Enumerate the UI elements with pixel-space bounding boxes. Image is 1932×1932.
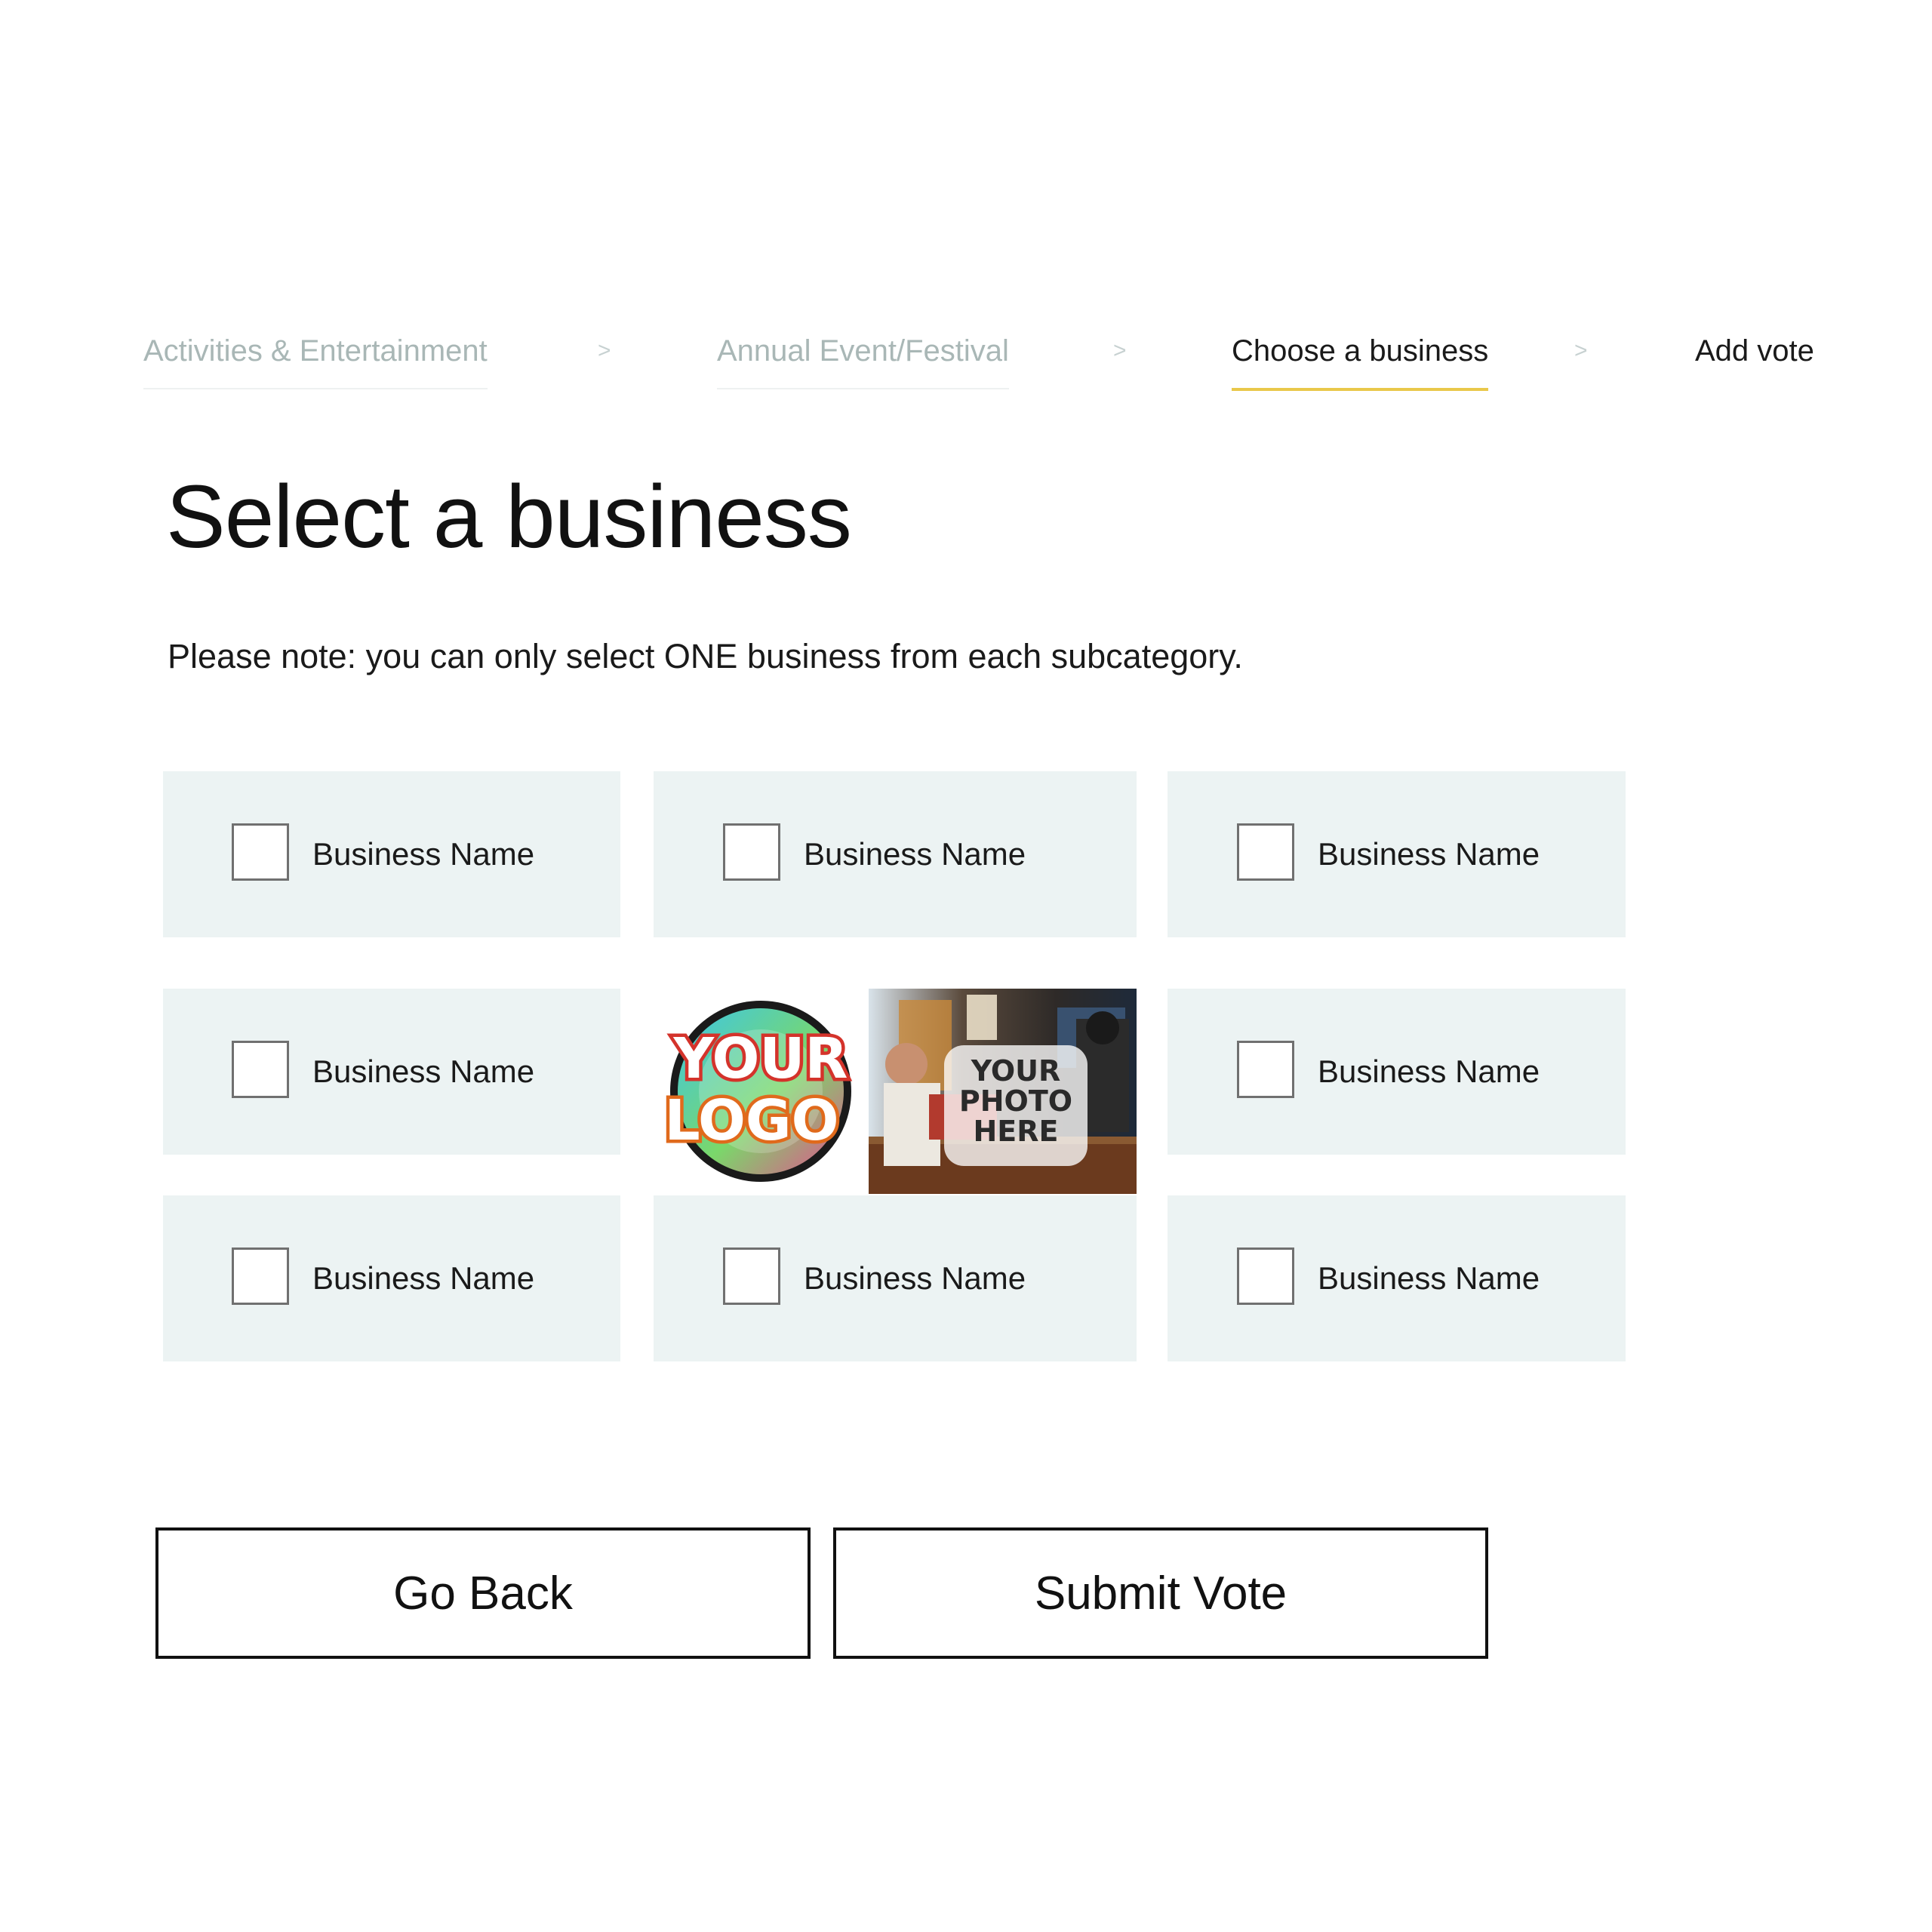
business-checkbox[interactable] [723,1247,780,1305]
featured-business-promo[interactable]: YOUR LOGO YOUR PHOTO HERE [654,989,1137,1194]
step-annual-event-festival[interactable]: Annual Event/Festival [717,325,1009,389]
business-checkbox[interactable] [232,1247,289,1305]
business-option[interactable]: Business Name [1168,989,1626,1155]
svg-text:PHOTO: PHOTO [959,1084,1072,1118]
step-add-vote[interactable]: Add vote [1695,325,1814,388]
business-option[interactable]: Business Name [1168,771,1626,937]
progress-stepper: Activities & Entertainment > Annual Even… [0,325,1932,400]
business-name: Business Name [1318,1054,1540,1089]
business-name: Business Name [312,1054,535,1089]
business-photo-placeholder: YOUR PHOTO HERE [869,989,1137,1194]
business-name: Business Name [1318,1260,1540,1296]
business-option[interactable]: Business Name [163,1195,620,1361]
go-back-button[interactable]: Go Back [155,1527,811,1659]
business-name: Business Name [1318,836,1540,872]
chevron-right-icon: > [598,338,611,363]
step-activities-entertainment[interactable]: Activities & Entertainment [143,325,488,389]
business-logo-placeholder: YOUR LOGO [661,1001,851,1182]
business-name: Business Name [804,836,1026,872]
business-checkbox[interactable] [1237,823,1294,881]
page-title: Select a business [166,467,852,567]
svg-text:YOUR: YOUR [971,1054,1061,1088]
business-checkbox[interactable] [723,823,780,881]
business-option[interactable]: Business Name [163,771,620,937]
business-option[interactable]: Business Name [1168,1195,1626,1361]
business-name: Business Name [804,1260,1026,1296]
chevron-right-icon: > [1113,338,1127,363]
business-option[interactable]: Business Name [654,771,1137,937]
business-checkbox[interactable] [232,823,289,881]
business-checkbox[interactable] [232,1041,289,1098]
svg-text:LOGO: LOGO [664,1088,838,1153]
business-checkbox[interactable] [1237,1041,1294,1098]
svg-text:HERE: HERE [974,1115,1059,1148]
svg-text:YOUR: YOUR [673,1026,848,1091]
business-option[interactable]: Business Name [654,1195,1137,1361]
business-name: Business Name [312,836,535,872]
business-name: Business Name [312,1260,535,1296]
submit-vote-button[interactable]: Submit Vote [833,1527,1488,1659]
step-choose-business[interactable]: Choose a business [1232,325,1489,391]
business-option[interactable]: Business Name [163,989,620,1155]
selection-note: Please note: you can only select ONE bus… [168,637,1243,675]
business-checkbox[interactable] [1237,1247,1294,1305]
chevron-right-icon: > [1574,338,1588,363]
